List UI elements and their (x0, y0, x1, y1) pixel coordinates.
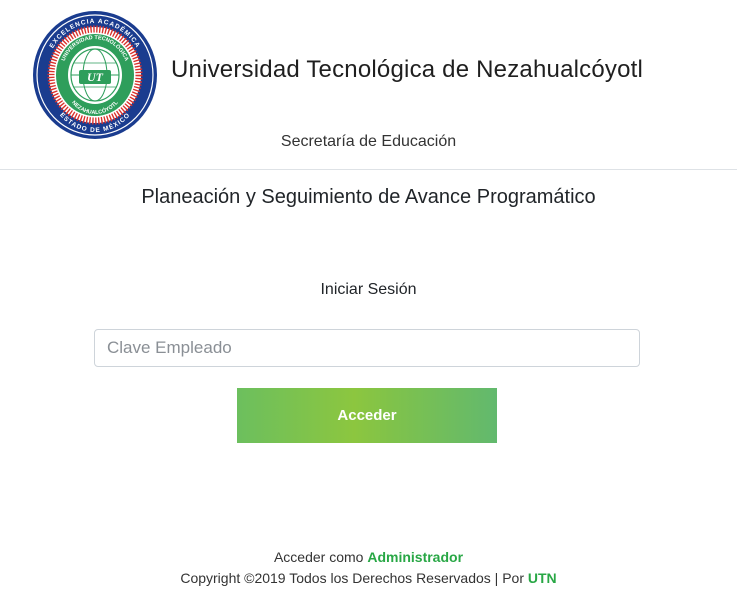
admin-access-line: Acceder como Administrador (0, 549, 737, 565)
page-header: EXCELENCIA ACADÉMICA ESTADO DE MÉXICO UN… (0, 0, 737, 170)
copyright-text: Copyright ©2019 Todos los Derechos Reser… (180, 570, 528, 586)
svg-text:UT: UT (87, 70, 104, 84)
university-seal-logo: EXCELENCIA ACADÉMICA ESTADO DE MÉXICO UN… (33, 11, 157, 139)
system-title: Planeación y Seguimiento de Avance Progr… (141, 186, 596, 208)
acceder-button[interactable]: Acceder (237, 388, 497, 443)
administrator-link[interactable]: Administrador (367, 549, 463, 565)
utn-link[interactable]: UTN (528, 570, 557, 586)
copyright-line: Copyright ©2019 Todos los Derechos Reser… (0, 570, 737, 586)
secretaria-label: Secretaría de Educación (280, 133, 457, 150)
employee-key-input[interactable] (94, 329, 640, 367)
login-heading: Iniciar Sesión (320, 281, 417, 298)
admin-access-prefix: Acceder como (273, 549, 368, 565)
university-name: Universidad Tecnológica de Nezahualcóyot… (171, 56, 644, 83)
